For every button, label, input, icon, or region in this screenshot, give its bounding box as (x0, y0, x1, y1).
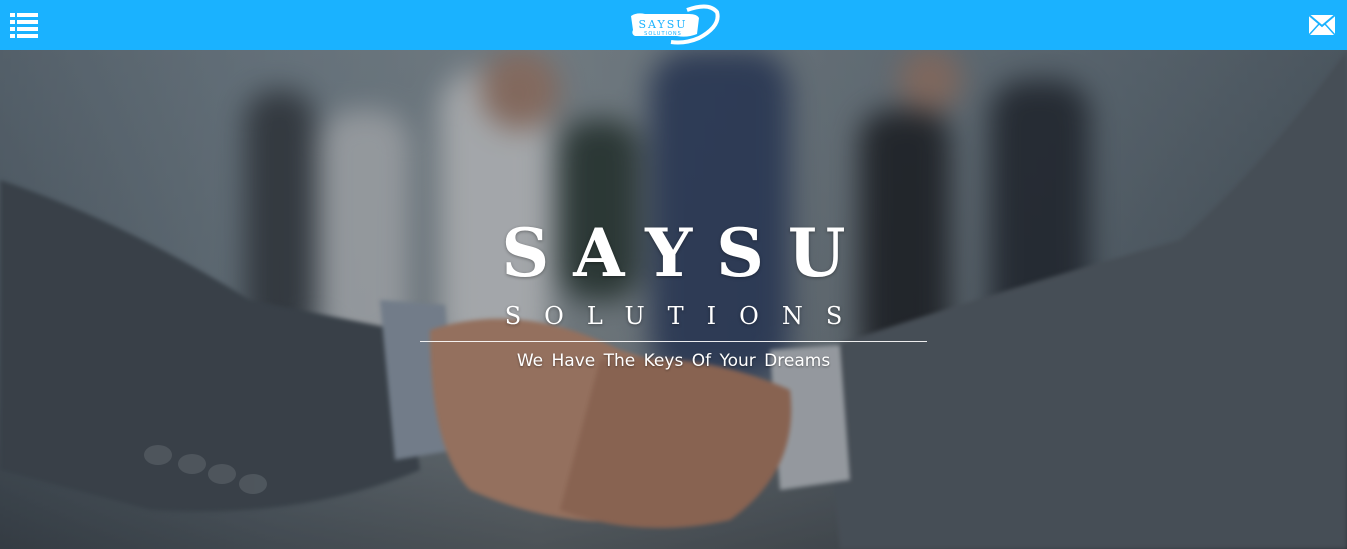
saysu-logo[interactable]: SAYSU SOLUTIONS (627, 4, 723, 46)
logo-text-sub: SOLUTIONS (644, 31, 682, 37)
top-navigation-bar: SAYSU SOLUTIONS (0, 0, 1347, 50)
hero-tagline: We Have The Keys Of Your Dreams (516, 351, 831, 371)
logo-text-main: SAYSU (638, 18, 687, 31)
hero-title: SAYSU (501, 214, 870, 292)
hero-divider (420, 341, 927, 342)
hero-subtitle: SOLUTIONS (504, 302, 866, 330)
envelope-icon[interactable] (1308, 14, 1336, 36)
list-menu-icon[interactable] (10, 13, 38, 39)
hero-background-image (0, 50, 1347, 549)
